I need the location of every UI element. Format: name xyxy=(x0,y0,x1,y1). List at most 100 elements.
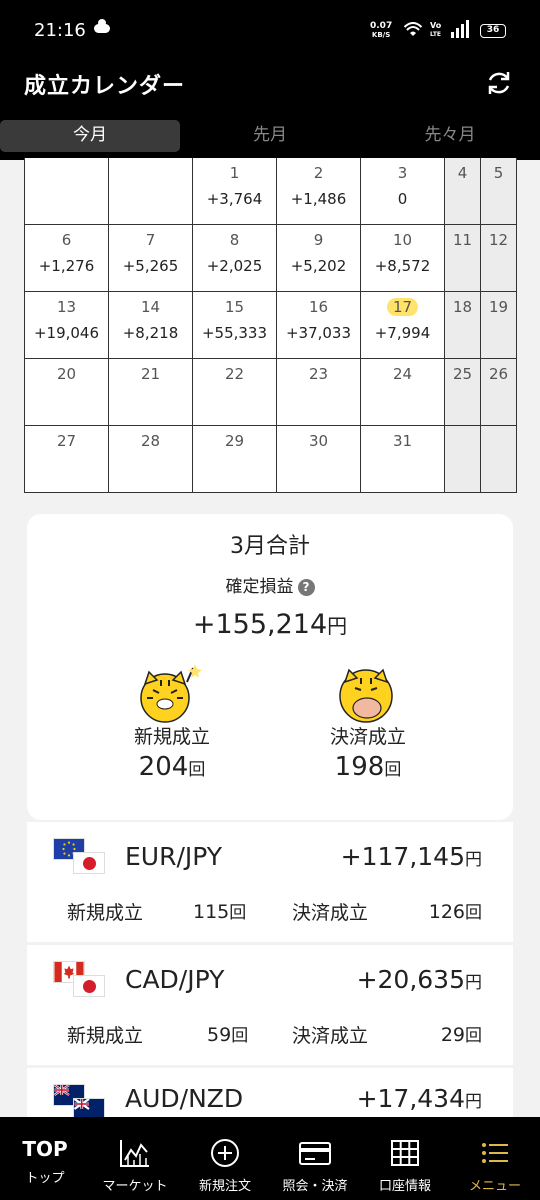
tab-this-month[interactable]: 今月 xyxy=(0,120,180,152)
settled-orders-count: 198回 xyxy=(298,752,438,782)
calendar-day-number: 20 xyxy=(56,365,77,383)
calendar-day-cell[interactable]: 14 +8,218 xyxy=(109,291,193,358)
tiger-mascot-piggybank-icon xyxy=(339,668,393,723)
calendar-day-pl: +1,486 xyxy=(290,190,347,208)
calendar-day-cell[interactable]: 12 xyxy=(481,224,517,291)
app-header: 成立カレンダー 今月 先月 先々月 xyxy=(0,60,540,160)
nav-market-label: マーケット xyxy=(102,1179,168,1194)
pair-new-label: 新規成立 xyxy=(67,902,144,924)
calendar-day-cell[interactable]: 22 xyxy=(193,358,277,425)
calendar-day-number: 29 xyxy=(224,432,245,450)
tab-two-months-ago[interactable]: 先々月 xyxy=(360,120,540,152)
calendar-day-cell[interactable]: 6 +1,276 xyxy=(25,224,109,291)
calendar-day-number: 31 xyxy=(392,432,413,450)
calendar-day-number: 26 xyxy=(488,365,509,383)
calendar-day-cell[interactable]: 5 xyxy=(481,158,517,224)
calendar-day-cell[interactable]: 30 xyxy=(277,425,361,492)
pair-card-eurjpy[interactable]: EUR/JPY +117,145円 新規成立 115回 決済成立 126回 xyxy=(27,822,513,942)
calendar-day-cell[interactable]: 24 xyxy=(361,358,445,425)
nav-market[interactable]: マーケット xyxy=(90,1117,180,1200)
calendar-day-cell[interactable]: 21 xyxy=(109,358,193,425)
help-icon[interactable]: ? xyxy=(297,579,315,596)
pair-new-unit: 回 xyxy=(231,1026,249,1046)
settled-orders-label: 決済成立 xyxy=(329,726,406,748)
flag-pair-audnzd xyxy=(53,1084,105,1117)
flag-pair-cadjpy xyxy=(53,961,105,1001)
new-orders-unit: 回 xyxy=(188,760,206,780)
calendar-day-number: 23 xyxy=(308,365,329,383)
calendar-day-number: 8 xyxy=(229,231,240,249)
calendar-day-number: 6 xyxy=(61,231,72,249)
calendar-day-number: 24 xyxy=(392,365,413,383)
nav-account[interactable]: 口座情報 xyxy=(360,1117,450,1200)
calendar-day-cell[interactable]: 20 xyxy=(25,358,109,425)
nav-inquiry-label: 照会・決済 xyxy=(282,1179,348,1194)
calendar-day-cell[interactable]: 2 +1,486 xyxy=(277,158,361,224)
calendar-day-cell[interactable]: 1 +3,764 xyxy=(193,158,277,224)
calendar-day-pl: +1,276 xyxy=(38,257,95,275)
calendar-day-cell[interactable]: 23 xyxy=(277,358,361,425)
card-icon xyxy=(299,1142,331,1165)
calendar-day-cell[interactable]: 9 +5,202 xyxy=(277,224,361,291)
calendar-day-cell[interactable]: 28 xyxy=(109,425,193,492)
pair-settle-label: 決済成立 xyxy=(292,902,369,924)
calendar-day-cell[interactable]: 7 +5,265 xyxy=(109,224,193,291)
pair-new-value: 115 xyxy=(193,901,230,923)
nav-top[interactable]: TOP トップ xyxy=(0,1117,90,1200)
new-orders-count: 204回 xyxy=(102,752,242,782)
pair-amount-value: +20,635 xyxy=(356,965,465,994)
calendar-day-number: 9 xyxy=(313,231,324,249)
calendar-day-number: 10 xyxy=(392,231,413,249)
calendar-day-pl: +5,202 xyxy=(290,257,347,275)
pair-settle-unit: 回 xyxy=(465,903,482,923)
tab-last-month[interactable]: 先月 xyxy=(180,120,360,152)
settled-orders-value: 198 xyxy=(334,752,385,782)
monthly-summary-card: 3月合計 確定損益? +155,214円 新規成立 204回 決済成立 198回 xyxy=(27,514,513,820)
network-speed-unit: KB/S xyxy=(371,31,391,39)
pair-settle-count: 29回 xyxy=(441,1021,482,1046)
pair-new-unit: 回 xyxy=(229,903,247,923)
calendar-day-cell[interactable]: 31 xyxy=(361,425,445,492)
calendar-day-cell[interactable]: 29 xyxy=(193,425,277,492)
tiger-mascot-cheer-icon xyxy=(140,664,202,723)
calendar-day-cell[interactable]: 4 xyxy=(445,158,481,224)
pair-card-audnzd[interactable]: AUD/NZD +17,434円 xyxy=(27,1068,513,1117)
pair-new-count: 59回 xyxy=(207,1021,248,1046)
grid-icon xyxy=(391,1140,419,1166)
calendar-day-cell[interactable]: 17 +7,994 xyxy=(361,291,445,358)
calendar-day-pl: +3,764 xyxy=(206,190,263,208)
nav-menu-label: メニュー xyxy=(468,1179,521,1194)
calendar-day-number: 30 xyxy=(308,432,329,450)
nav-menu[interactable]: メニュー xyxy=(450,1117,540,1200)
calendar-day-number: 14 xyxy=(140,298,161,316)
calendar-day-cell[interactable]: 18 xyxy=(445,291,481,358)
calendar-day-cell[interactable]: 26 xyxy=(481,358,517,425)
period-tabs: 今月 先月 先々月 xyxy=(0,120,540,152)
page-title: 成立カレンダー xyxy=(24,74,186,99)
calendar-day-cell[interactable]: 30 xyxy=(361,158,445,224)
calendar-day-number: 18 xyxy=(452,298,473,316)
calendar-day-cell[interactable]: 8 +2,025 xyxy=(193,224,277,291)
realized-pl-text: 確定損益 xyxy=(225,577,294,597)
calendar-day-cell[interactable]: 27 xyxy=(25,425,109,492)
calendar-day-cell[interactable]: 10 +8,572 xyxy=(361,224,445,291)
calendar-day-cell[interactable]: 16 +37,033 xyxy=(277,291,361,358)
calendar-day-cell[interactable]: 13 +19,046 xyxy=(25,291,109,358)
calendar-day-number: 21 xyxy=(140,365,161,383)
nav-inquiry[interactable]: 照会・決済 xyxy=(270,1117,360,1200)
pair-card-cadjpy[interactable]: CAD/JPY +20,635円 新規成立 59回 決済成立 29回 xyxy=(27,945,513,1065)
nav-new-order[interactable]: 新規注文 xyxy=(180,1117,270,1200)
calendar-day-cell xyxy=(109,158,193,224)
new-orders-value: 204 xyxy=(138,752,189,782)
refresh-icon[interactable] xyxy=(484,68,514,98)
calendar-day-cell[interactable]: 11 xyxy=(445,224,481,291)
pair-amount-unit: 円 xyxy=(465,850,482,870)
calendar-day-cell[interactable]: 15 +55,333 xyxy=(193,291,277,358)
calendar-day-number: 25 xyxy=(452,365,473,383)
calendar-day-cell[interactable]: 25 xyxy=(445,358,481,425)
calendar-day-cell xyxy=(25,158,109,224)
settled-orders-unit: 回 xyxy=(384,760,402,780)
calendar-day-pl: 0 xyxy=(397,190,408,208)
calendar-day-cell[interactable]: 19 xyxy=(481,291,517,358)
pair-name: AUD/NZD xyxy=(125,1084,244,1113)
